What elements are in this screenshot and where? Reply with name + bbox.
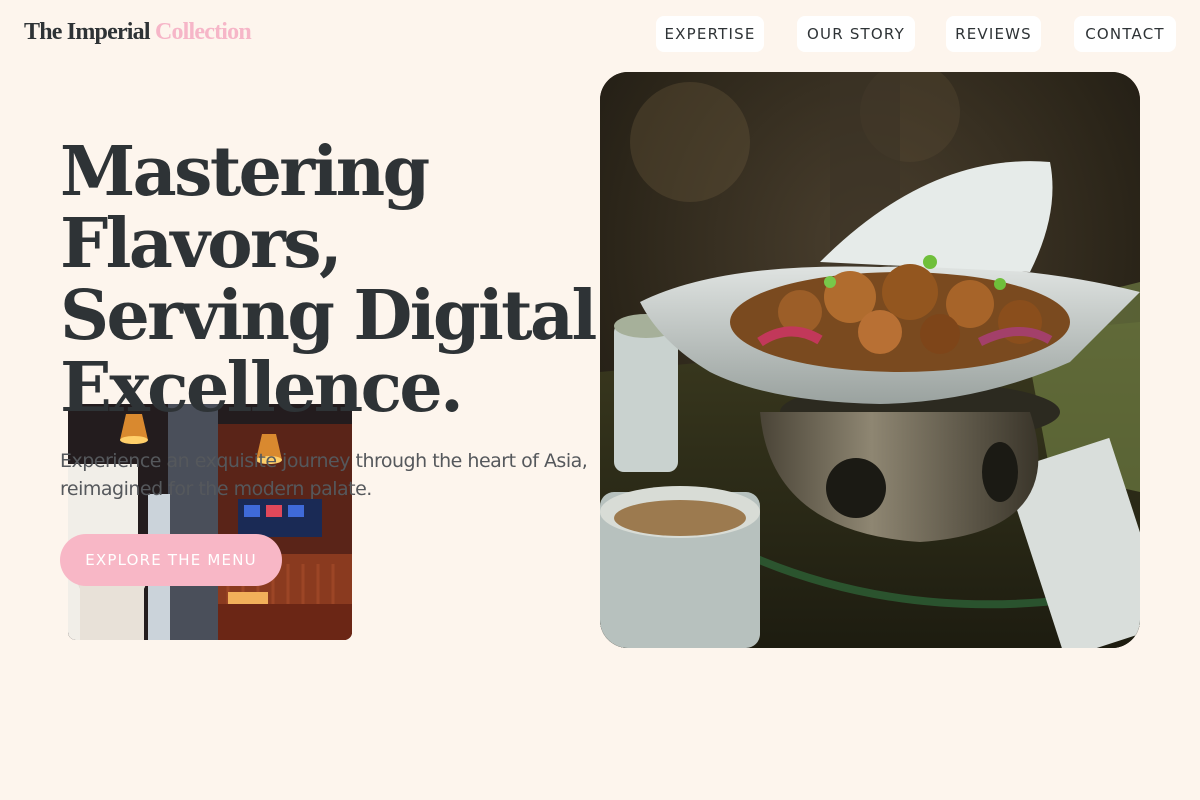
- brand-accent: Collection: [154, 19, 252, 45]
- hero-subtext: Experience an exquisite journey through …: [60, 450, 588, 500]
- restaurant-interior-photo: [68, 404, 352, 640]
- explore-menu-button[interactable]: EXPLORE THE MENU: [60, 534, 282, 586]
- nav-contact-link[interactable]: CONTACT: [1074, 16, 1176, 52]
- brand-logo[interactable]: The Imperial Collection: [24, 19, 252, 46]
- nav-reviews-link[interactable]: REVIEWS: [946, 16, 1041, 52]
- hero-dish-photo: [600, 72, 1140, 648]
- hero-headline: Mastering Flavors, Serving Digital Excel…: [60, 132, 597, 428]
- nav-expertise-link[interactable]: EXPERTISE: [656, 16, 764, 52]
- nav-our-story-link[interactable]: OUR STORY: [797, 16, 915, 52]
- brand-name: The Imperial: [24, 19, 151, 45]
